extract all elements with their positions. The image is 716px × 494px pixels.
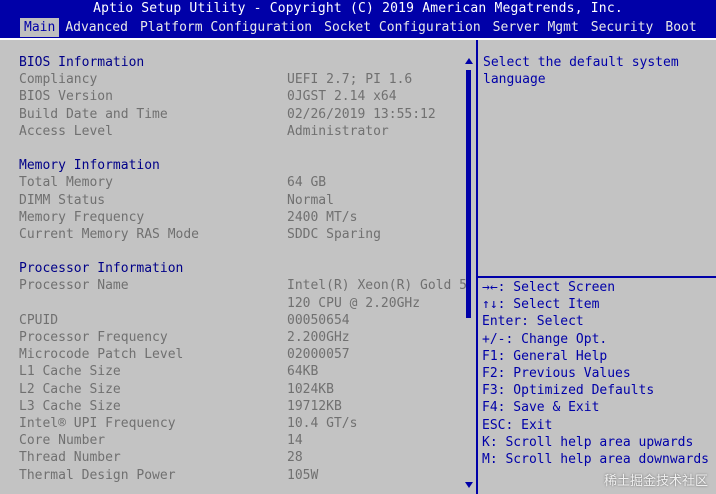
info-label: L2 Cache Size (19, 381, 121, 397)
info-value: 0JGST 2.14 x64 (287, 89, 397, 105)
help-description: Select the default system language (483, 55, 679, 88)
key-hint: K: Scroll help area upwards (482, 434, 694, 450)
key-hint: +/-: Change Opt. (482, 331, 608, 347)
info-value: 105W (287, 467, 319, 483)
tab-bar: Main Advanced Platform Configuration Soc… (0, 18, 716, 37)
key-legend: →←: Select Screen ↑↓: Select Item Enter:… (482, 279, 714, 468)
info-label: Current Memory RAS Mode (19, 226, 200, 242)
tab-boot[interactable]: Boot (659, 18, 702, 37)
info-label: Processor Name (19, 278, 129, 294)
info-label: BIOS Version (19, 89, 113, 105)
key-hint: ↑↓: Select Item (482, 297, 600, 313)
info-label: Thermal Design Power (19, 467, 176, 483)
info-value: UEFI 2.7; PI 1.6 (287, 72, 413, 88)
tab-security[interactable]: Security (585, 18, 660, 37)
info-label: Build Date and Time (19, 106, 168, 122)
tab-platform-configuration[interactable]: Platform Configuration (134, 18, 318, 37)
info-value: 1024KB (287, 381, 334, 397)
main-panel: BIOS Information Compliancy UEFI 2.7; PI … (0, 38, 716, 494)
help-separator (478, 276, 716, 278)
tab-socket-configuration[interactable]: Socket Configuration (318, 18, 487, 37)
info-row: L2 Cache Size 1024KB (19, 381, 459, 398)
watermark: 稀土掘金技术社区 (603, 473, 708, 489)
info-value: Intel(R) Xeon(R) Gold 5 (287, 278, 468, 294)
info-row: CPUID 00050654 (19, 312, 459, 329)
key-hint: →←: Select Screen (482, 280, 616, 295)
processor-info-heading: Processor Information (19, 261, 184, 277)
info-label: L3 Cache Size (19, 398, 121, 414)
info-value: 00050654 (287, 312, 350, 328)
info-row: Build Date and Time 02/26/2019 13:55:12 (19, 106, 459, 123)
info-row: Compliancy UEFI 2.7; PI 1.6 (19, 71, 459, 88)
key-hint: Enter: Select (482, 314, 584, 330)
info-row: Access Level Administrator (19, 123, 459, 140)
info-value: 64KB (287, 364, 319, 380)
window-title: Aptio Setup Utility - Copyright (C) 2019… (93, 1, 623, 16)
info-label: Memory Frequency (19, 209, 145, 225)
info-value: 28 (287, 450, 303, 466)
scroll-up-arrow-icon[interactable] (465, 58, 473, 64)
info-value: 19712KB (287, 398, 342, 414)
info-row: DIMM Status Normal (19, 192, 459, 209)
info-label: Microcode Patch Level (19, 347, 184, 363)
tab-main[interactable]: Main (20, 18, 60, 37)
info-row: BIOS Version 0JGST 2.14 x64 (19, 88, 459, 105)
info-row: L1 Cache Size 64KB (19, 363, 459, 380)
info-row: Core Number 14 (19, 432, 459, 449)
info-row: Microcode Patch Level 02000057 (19, 346, 459, 363)
info-value: 02000057 (287, 347, 350, 363)
info-value: 2.200GHz (287, 330, 350, 345)
info-label: Processor Frequency (19, 330, 168, 345)
info-label: Compliancy (19, 72, 98, 88)
key-hint: F2: Previous Values (482, 365, 631, 381)
info-label: DIMM Status (19, 192, 106, 208)
info-row: Processor Name Intel(R) Xeon(R) Gold 5 (19, 277, 467, 294)
key-hint: F4: Save & Exit (482, 400, 600, 416)
info-value: 2400 MT/s (287, 209, 358, 225)
info-row: Processor Frequency 2.200GHz (19, 329, 459, 346)
info-value: Normal (287, 192, 334, 208)
info-row: Thread Number 28 (19, 449, 459, 466)
info-row: Intel® UPI Frequency 10.4 GT/s (19, 415, 459, 432)
info-row: 120 CPU @ 2.20GHz (19, 295, 459, 312)
info-row: Total Memory 64 GB (19, 174, 459, 191)
tab-server-mgmt[interactable]: Server Mgmt (487, 18, 585, 37)
scrollbar[interactable] (463, 58, 475, 488)
info-label: CPUID (19, 312, 59, 328)
tab-advanced[interactable]: Advanced (59, 18, 134, 37)
key-hint: F1: General Help (482, 348, 608, 364)
info-value-continued: 120 CPU @ 2.20GHz (287, 295, 421, 311)
memory-info-heading: Memory Information (19, 158, 160, 174)
info-value: 10.4 GT/s (287, 415, 358, 431)
info-value: 02/26/2019 13:55:12 (287, 106, 436, 122)
info-row: Memory Frequency 2400 MT/s (19, 209, 459, 226)
scroll-down-arrow-icon[interactable] (465, 482, 473, 488)
info-label: Access Level (19, 123, 113, 139)
info-row: Thermal Design Power 105W (19, 467, 459, 484)
info-label: Core Number (19, 433, 106, 449)
info-row: L3 Cache Size 19712KB (19, 398, 459, 415)
info-label: Intel® UPI Frequency (19, 415, 176, 431)
key-hint: M: Scroll help area downwards (482, 451, 709, 467)
info-value: 64 GB (287, 175, 327, 191)
info-row: Current Memory RAS Mode SDDC Sparing (19, 226, 459, 243)
bios-info-heading: BIOS Information (19, 55, 145, 70)
scroll-thumb[interactable] (466, 70, 471, 318)
key-hint: F3: Optimized Defaults (482, 383, 655, 399)
info-value: Administrator (287, 123, 389, 139)
info-label: L1 Cache Size (19, 364, 121, 380)
key-hint: ESC: Exit (482, 417, 553, 433)
info-value: 14 (287, 433, 303, 449)
info-value: SDDC Sparing (287, 226, 381, 242)
info-label: Thread Number (19, 450, 121, 466)
pane-divider (476, 40, 478, 494)
info-label: Total Memory (19, 175, 113, 191)
info-pane: BIOS Information Compliancy UEFI 2.7; PI … (0, 40, 473, 494)
